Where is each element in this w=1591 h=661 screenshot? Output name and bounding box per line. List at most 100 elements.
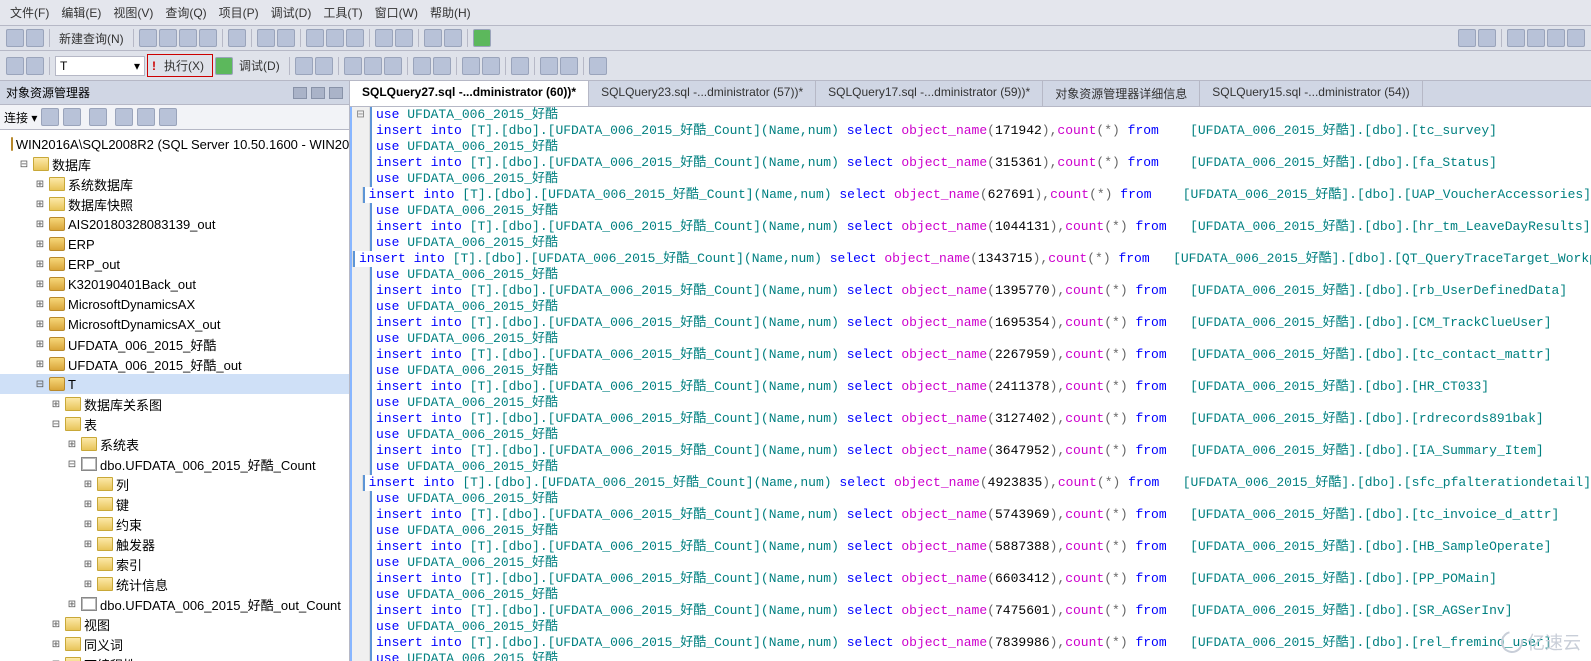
disconnect-server-icon[interactable] xyxy=(63,108,81,126)
expand-icon[interactable]: ⊞ xyxy=(82,539,94,550)
comment-icon[interactable] xyxy=(413,57,431,75)
code-line[interactable]: use UFDATA_006_2015_好酷 xyxy=(352,139,1591,155)
tree-node[interactable]: ⊞同义词 xyxy=(0,634,349,654)
tree-node[interactable]: ⊞约束 xyxy=(0,514,349,534)
indent-decrease-icon[interactable] xyxy=(560,57,578,75)
icon-btn[interactable] xyxy=(1547,29,1565,47)
code-line[interactable]: insert into [T].[dbo].[UFDATA_006_2015_好… xyxy=(352,539,1591,555)
fold-gutter[interactable] xyxy=(352,363,370,379)
fold-gutter[interactable] xyxy=(352,123,370,139)
panel-dropdown-icon[interactable] xyxy=(293,87,307,99)
tree-node[interactable]: ⊞系统数据库 xyxy=(0,174,349,194)
code-line[interactable]: insert into [T].[dbo].[UFDATA_006_2015_好… xyxy=(352,347,1591,363)
editor-tab[interactable]: SQLQuery27.sql -...dministrator (60))* xyxy=(350,81,589,107)
fold-gutter[interactable] xyxy=(352,315,370,331)
expand-icon[interactable]: ⊞ xyxy=(50,639,62,650)
icon-btn[interactable] xyxy=(159,29,177,47)
code-line[interactable]: insert into [T].[dbo].[UFDATA_006_2015_好… xyxy=(352,155,1591,171)
btn[interactable] xyxy=(444,29,462,47)
fold-gutter[interactable] xyxy=(352,395,370,411)
code-line[interactable]: use UFDATA_006_2015_好酷 xyxy=(352,427,1591,443)
redo-icon[interactable] xyxy=(395,29,413,47)
menu-item[interactable]: 编辑(E) xyxy=(55,2,107,23)
fold-gutter[interactable] xyxy=(352,283,370,299)
code-line[interactable]: use UFDATA_006_2015_好酷 xyxy=(352,555,1591,571)
fold-gutter[interactable] xyxy=(352,299,370,315)
expand-icon[interactable]: ⊞ xyxy=(34,339,46,350)
uncomment-icon[interactable] xyxy=(433,57,451,75)
indent-increase-icon[interactable] xyxy=(540,57,558,75)
expand-icon[interactable]: ⊞ xyxy=(34,179,46,190)
expand-icon[interactable]: ⊞ xyxy=(34,219,46,230)
new-project-icon[interactable] xyxy=(6,29,24,47)
editor-tab[interactable]: 对象资源管理器详细信息 xyxy=(1043,81,1200,106)
code-line[interactable]: insert into [T].[dbo].[UFDATA_006_2015_好… xyxy=(352,507,1591,523)
fold-gutter[interactable] xyxy=(352,603,370,619)
menu-item[interactable]: 帮助(H) xyxy=(424,2,477,23)
fold-gutter[interactable] xyxy=(352,491,370,507)
fold-gutter[interactable] xyxy=(352,139,370,155)
code-line[interactable]: insert into [T].[dbo].[UFDATA_006_2015_好… xyxy=(352,571,1591,587)
fold-gutter[interactable] xyxy=(352,571,370,587)
expand-icon[interactable]: ⊞ xyxy=(34,239,46,250)
tree-node[interactable]: ⊟T xyxy=(0,374,349,394)
disconnect-icon[interactable] xyxy=(26,57,44,75)
expand-icon[interactable]: ⊞ xyxy=(82,559,94,570)
refresh-icon[interactable] xyxy=(137,108,155,126)
parse-icon[interactable] xyxy=(315,57,333,75)
fold-gutter[interactable] xyxy=(352,235,370,251)
fold-gutter[interactable] xyxy=(352,219,370,235)
code-line[interactable]: use UFDATA_006_2015_好酷 xyxy=(352,651,1591,661)
tree-node[interactable]: ⊞ERP_out xyxy=(0,254,349,274)
save-all-icon[interactable] xyxy=(277,29,295,47)
new-query-button[interactable]: 新建查询(N) xyxy=(55,30,128,47)
results-text-icon[interactable] xyxy=(364,57,382,75)
connect-icon[interactable] xyxy=(6,57,24,75)
fold-gutter[interactable] xyxy=(352,171,370,187)
expand-icon[interactable]: ⊞ xyxy=(82,519,94,530)
expand-icon[interactable]: ⊞ xyxy=(50,399,62,410)
tree-node[interactable]: ⊞视图 xyxy=(0,614,349,634)
expand-icon[interactable]: ⊞ xyxy=(34,319,46,330)
connect-to-server-icon[interactable] xyxy=(41,108,59,126)
expand-icon[interactable]: ⊞ xyxy=(50,619,62,630)
tree-node[interactable]: ⊟数据库 xyxy=(0,154,349,174)
tree-node[interactable]: ⊞MicrosoftDynamicsAX_out xyxy=(0,314,349,334)
icon-btn[interactable] xyxy=(1567,29,1585,47)
menu-item[interactable]: 工具(T) xyxy=(317,2,368,23)
expand-icon[interactable]: ⊞ xyxy=(34,359,46,370)
code-line[interactable]: insert into [T].[dbo].[UFDATA_006_2015_好… xyxy=(352,411,1591,427)
sql-editor[interactable]: ⊟use UFDATA_006_2015_好酷insert into [T].[… xyxy=(350,107,1591,661)
expand-icon[interactable]: ⊞ xyxy=(82,499,94,510)
stop-icon[interactable] xyxy=(295,57,313,75)
database-combo[interactable]: T ▾ xyxy=(55,56,145,76)
options-icon[interactable] xyxy=(589,57,607,75)
fold-gutter[interactable] xyxy=(352,539,370,555)
code-line[interactable]: use UFDATA_006_2015_好酷 xyxy=(352,299,1591,315)
code-line[interactable]: insert into [T].[dbo].[UFDATA_006_2015_好… xyxy=(352,315,1591,331)
collapse-icon[interactable]: ⊟ xyxy=(18,159,30,170)
debug-play-icon[interactable] xyxy=(215,57,233,75)
icon-btn[interactable] xyxy=(1507,29,1525,47)
code-line[interactable]: insert into [T].[dbo].[UFDATA_006_2015_好… xyxy=(352,603,1591,619)
fold-gutter[interactable] xyxy=(352,619,370,635)
outdent-icon[interactable] xyxy=(482,57,500,75)
results-grid-icon[interactable] xyxy=(344,57,362,75)
expand-icon[interactable]: ⊞ xyxy=(34,299,46,310)
code-line[interactable]: insert into [T].[dbo].[UFDATA_006_2015_好… xyxy=(352,379,1591,395)
undo-icon[interactable] xyxy=(375,29,393,47)
tree-node[interactable]: ⊞UFDATA_006_2015_好酷 xyxy=(0,334,349,354)
tree-node[interactable]: ⊟表 xyxy=(0,414,349,434)
fold-gutter[interactable] xyxy=(352,555,370,571)
code-line[interactable]: insert into [T].[dbo].[UFDATA_006_2015_好… xyxy=(352,219,1591,235)
tree-node[interactable]: ⊞MicrosoftDynamicsAX xyxy=(0,294,349,314)
editor-tab[interactable]: SQLQuery15.sql -...dministrator (54)) xyxy=(1200,81,1422,106)
editor-tab[interactable]: SQLQuery23.sql -...dministrator (57))* xyxy=(589,81,816,106)
code-line[interactable]: use UFDATA_006_2015_好酷 xyxy=(352,395,1591,411)
stop-icon[interactable] xyxy=(89,108,107,126)
code-line[interactable]: insert into [T].[dbo].[UFDATA_006_2015_好… xyxy=(352,187,1591,203)
collapse-icon[interactable]: ⊟ xyxy=(34,379,46,390)
fold-gutter[interactable] xyxy=(352,203,370,219)
tree-node[interactable]: ⊞列 xyxy=(0,474,349,494)
code-line[interactable]: use UFDATA_006_2015_好酷 xyxy=(352,619,1591,635)
